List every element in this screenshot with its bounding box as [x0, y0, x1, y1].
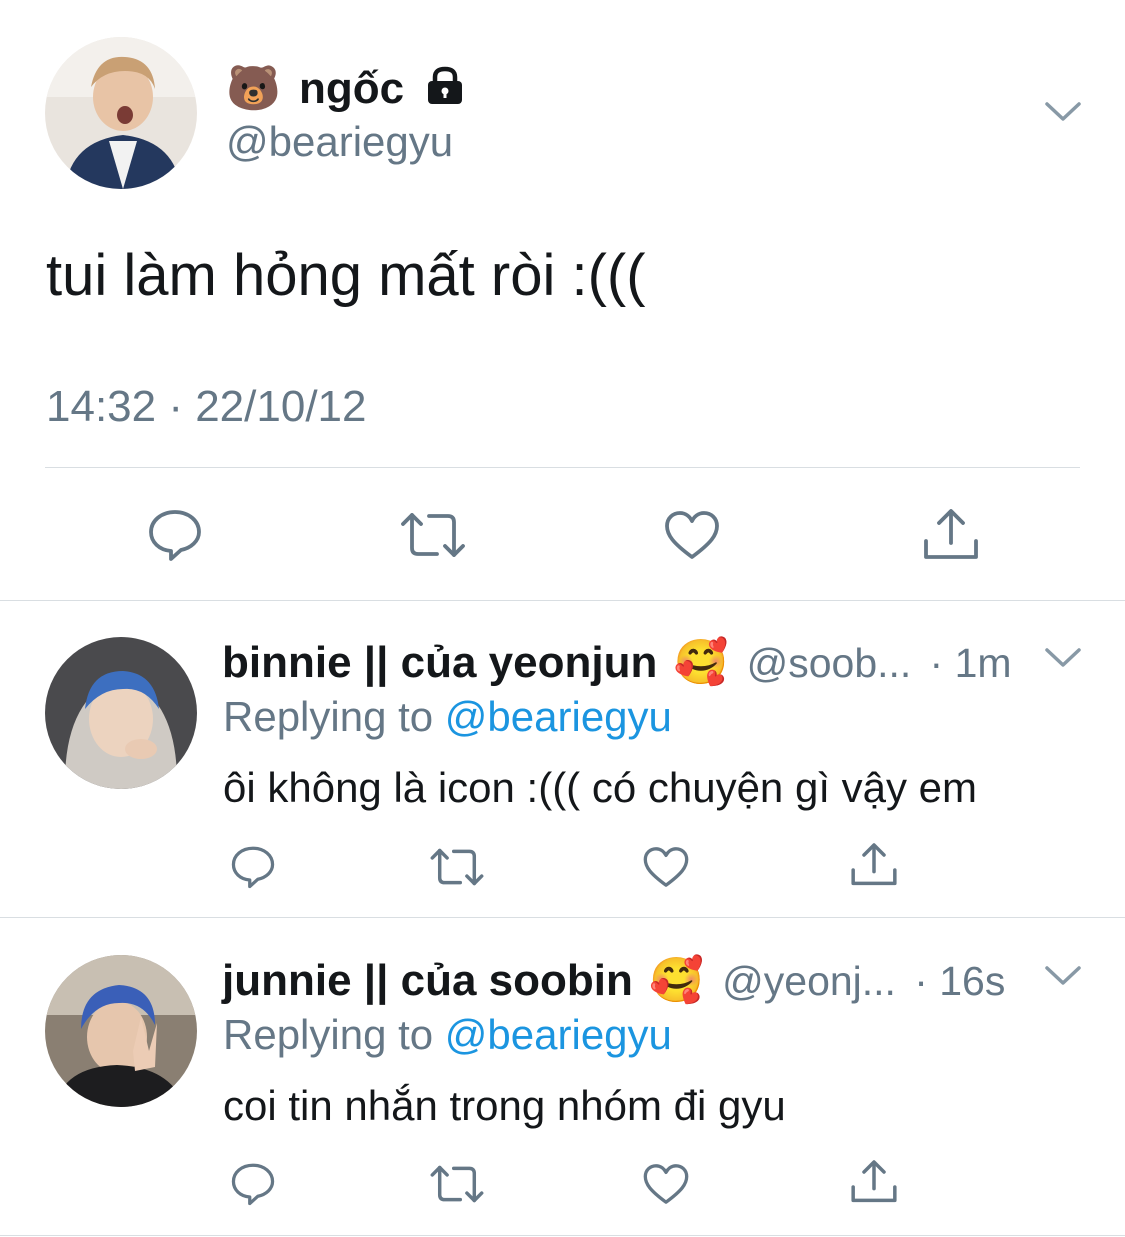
section-divider — [0, 600, 1125, 601]
like-button[interactable] — [657, 500, 727, 570]
share-icon — [851, 843, 897, 886]
reply-handle: @soob... — [746, 640, 912, 686]
reply-time: · 1m — [929, 640, 1012, 686]
main-timestamp[interactable]: 14:32 · 22/10/12 — [46, 382, 366, 432]
reply-icon — [231, 1163, 275, 1206]
reply-divider — [0, 917, 1125, 918]
chevron-down-icon[interactable] — [1044, 100, 1082, 129]
reply-text: ôi không là icon :((( có chuyện gì vậy e… — [223, 764, 978, 811]
replying-to-link[interactable]: @beariegyu — [445, 693, 672, 740]
reply-avatar[interactable] — [45, 637, 197, 789]
reply-display-name: binnie || của yeonjun — [222, 638, 658, 687]
chevron-down-icon[interactable] — [1044, 964, 1082, 993]
like-icon — [665, 511, 719, 559]
like-button[interactable] — [637, 838, 695, 896]
reply-button[interactable] — [224, 1155, 282, 1213]
bottom-divider — [0, 1235, 1125, 1236]
chevron-down-icon[interactable] — [1044, 646, 1082, 675]
reply-button[interactable] — [224, 838, 282, 896]
replying-to-link[interactable]: @beariegyu — [445, 1011, 672, 1058]
reply-header[interactable]: junnie || của soobin 🥰 @yeonj... · 16s — [222, 954, 1042, 1006]
replying-to-line: Replying to @beariegyu — [223, 693, 672, 741]
lock-icon — [424, 66, 466, 117]
replying-to-line: Replying to @beariegyu — [223, 1011, 672, 1059]
retweet-button[interactable] — [428, 838, 486, 896]
reply-icon — [149, 510, 201, 561]
main-avatar[interactable] — [45, 37, 197, 189]
reply-text: coi tin nhắn trong nhóm đi gyu — [223, 1082, 786, 1129]
main-handle[interactable]: @beariegyu — [226, 118, 453, 166]
reply-button[interactable] — [140, 500, 210, 570]
share-button[interactable] — [916, 500, 986, 570]
reply-header[interactable]: binnie || của yeonjun 🥰 @soob... · 1m — [222, 636, 1042, 688]
main-divider — [45, 467, 1080, 468]
reply-avatar[interactable] — [45, 955, 197, 1107]
share-icon — [924, 509, 978, 559]
retweet-icon — [430, 848, 484, 886]
retweet-icon — [430, 1165, 484, 1203]
smiling-hearts-emoji: 🥰 — [649, 956, 704, 1005]
reply-time: · 16s — [914, 958, 1006, 1004]
retweet-icon — [401, 513, 465, 557]
retweet-button[interactable] — [398, 500, 468, 570]
share-icon — [851, 1160, 897, 1203]
main-display-name: ngốc — [299, 64, 405, 113]
main-tweet-text: tui làm hỏng mất ròi :((( — [46, 243, 646, 308]
share-button[interactable] — [845, 1153, 903, 1211]
replying-prefix: Replying to — [223, 1011, 434, 1058]
smiling-hearts-emoji: 🥰 — [673, 638, 729, 687]
bear-emoji: 🐻 — [226, 64, 281, 113]
reply-icon — [231, 846, 275, 889]
main-display-name-row[interactable]: 🐻 ngốc — [226, 62, 466, 117]
retweet-button[interactable] — [428, 1155, 486, 1213]
like-icon — [643, 1164, 689, 1204]
like-button[interactable] — [637, 1155, 695, 1213]
like-icon — [643, 847, 689, 887]
reply-display-name: junnie || của soobin — [222, 956, 633, 1005]
share-button[interactable] — [845, 836, 903, 894]
reply-handle: @yeonj... — [722, 958, 896, 1004]
replying-prefix: Replying to — [223, 693, 434, 740]
